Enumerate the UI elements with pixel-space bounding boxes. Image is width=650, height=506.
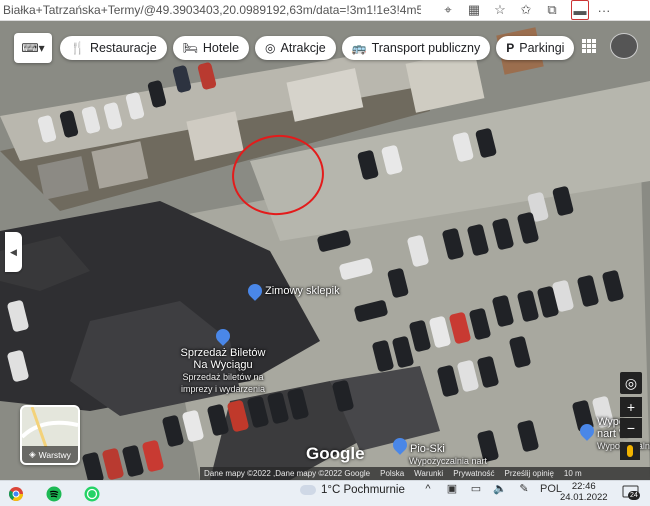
zoom-in-button[interactable]: + [620,397,642,417]
more-icon[interactable]: ··· [593,1,615,19]
map-imagery [0,21,650,480]
map-footer: Dane mapy ©2022 ,Dane mapy ©2022 Google … [200,467,650,480]
map-data-credit: Dane mapy ©2022 ,Dane mapy ©2022 Google [204,469,371,478]
chrome-icon[interactable] [2,481,30,506]
chip-attractions[interactable]: ◎ Atrakcje [255,36,336,60]
chip-label: Atrakcje [280,41,326,55]
place-tickets[interactable]: Sprzedaż Biletów Na Wyciągu Sprzedaż bil… [178,326,268,395]
camera-app-icon[interactable]: ▣ [440,482,464,495]
location-icon[interactable]: ⌖ [437,1,459,19]
pen-icon[interactable]: ✎ [512,482,536,495]
favorites-icon[interactable]: ✩ [515,1,537,19]
address-bar[interactable]: Białka+Tatrzańska+Termy/@49.3903403,20.0… [0,0,650,21]
chip-label: Restauracje [89,41,157,55]
map-thumbnail [22,407,78,447]
my-location-button[interactable]: ◎ [620,372,642,394]
collapse-panel-button[interactable]: ◀ [5,232,22,272]
place-pioski[interactable]: Pio-Ski Wypożyczalnia nart [390,435,487,467]
google-logo: Google [306,444,365,463]
avatar[interactable] [610,33,638,59]
keyboard-icon: ⌨▾ [21,41,45,55]
whatsapp-icon[interactable] [78,481,106,506]
notification-count: 24 [628,491,640,500]
fork-knife-icon: 🍴 [70,41,85,55]
chip-label: Hotele [202,41,240,55]
chip-hotels[interactable]: 🛏 Hotele [172,36,250,60]
scale-label[interactable]: 10 m [564,469,582,478]
cloud-icon [300,485,316,495]
bus-icon: 🚌 [351,41,367,55]
rental-pin-icon [577,421,597,441]
minus-icon: − [626,420,636,436]
weather-text: 1°C Pochmurnie [321,484,405,496]
system-tray: ^ ▣ ▭ 🔈 ✎ POL [416,482,566,496]
extension-icon[interactable]: ▬ [567,0,589,20]
chip-transport[interactable]: 🚌 Transport publiczny [341,36,491,60]
date: 24.01.2022 [560,492,608,503]
plus-icon: + [626,399,636,415]
layers-button[interactable]: ◈ Warstwy [20,405,80,465]
notifications-button[interactable]: 24 [622,485,640,501]
satellite-map[interactable]: ⌨▾ 🍴 Restauracje 🛏 Hotele ◎ Atrakcje 🚌 T… [0,21,650,480]
weather-widget[interactable]: 1°C Pochmurnie [300,484,405,496]
street-view-button[interactable] [620,442,640,460]
location-target-icon: ◎ [624,374,638,391]
ticket-pin-icon [213,326,233,346]
country-link[interactable]: Polska [380,469,404,478]
chip-label: Transport publiczny [371,41,481,55]
apps-grid-icon[interactable] [582,39,596,53]
grid-icon[interactable]: ▦ [463,1,485,19]
chevron-up-icon[interactable]: ^ [416,483,440,495]
shopping-pin-icon [245,281,265,301]
chip-restaurants[interactable]: 🍴 Restauracje [60,36,167,60]
zoom-out-button[interactable]: − [620,418,642,438]
bed-icon: 🛏 [182,41,198,55]
clock[interactable]: 22:46 24.01.2022 [560,481,608,503]
place-shop[interactable]: Zimowy sklepik [245,281,340,301]
chevron-left-icon: ◀ [10,246,17,257]
layers-icon: ◈ [29,449,36,459]
layers-label: Warstwy [38,449,71,460]
star-icon[interactable]: ☆ [489,1,511,19]
camera-icon: ◎ [265,41,276,55]
time: 22:46 [571,481,596,492]
parking-icon: P [506,41,515,55]
chip-label: Parkingi [519,41,565,55]
keyboard-button[interactable]: ⌨▾ [14,33,52,63]
feedback-link[interactable]: Prześlij opinię [505,469,554,478]
spotify-icon[interactable] [40,481,68,506]
chip-parking[interactable]: P Parkingi [496,36,575,60]
collections-icon[interactable]: ⧉ [541,1,563,19]
terms-link[interactable]: Warunki [414,469,443,478]
volume-icon[interactable]: 🔈 [488,482,512,495]
privacy-link[interactable]: Prywatność [453,469,494,478]
pegman-icon [627,445,633,457]
rental-pin-icon [390,435,410,455]
network-icon[interactable]: ▭ [464,482,488,495]
url-text[interactable]: Białka+Tatrzańska+Termy/@49.3903403,20.0… [0,3,421,17]
